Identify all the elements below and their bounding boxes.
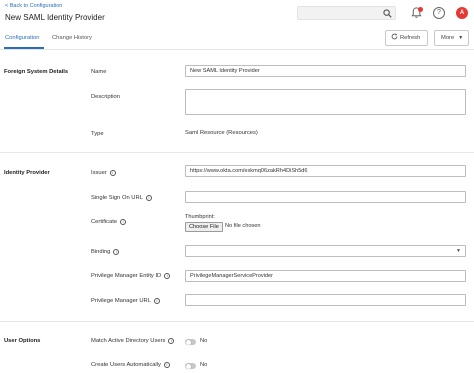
info-icon[interactable]: i (168, 338, 175, 344)
chevron-down-icon: ▼ (458, 35, 464, 41)
type-label: Type (91, 131, 104, 137)
create-users-label-text: Create Users Automatically (91, 362, 161, 368)
pm-url-field[interactable] (185, 294, 466, 306)
info-icon[interactable]: i (164, 273, 171, 279)
name-label: Name (91, 69, 107, 75)
more-button-label: More (441, 35, 455, 41)
certificate-label-text: Certificate (91, 219, 118, 225)
choose-file-button[interactable]: Choose File (185, 222, 223, 232)
thumbprint-label: Thumbprint: (185, 214, 215, 220)
section-foreign-system-details: Foreign System Details (4, 69, 69, 75)
tab-configuration[interactable]: Configuration (5, 35, 39, 41)
match-ad-users-toggle[interactable] (185, 339, 196, 345)
pm-entity-id-label-text: Privilege Manager Entity ID (91, 273, 162, 279)
refresh-button[interactable]: Refresh (385, 30, 428, 46)
binding-label-text: Binding (91, 249, 111, 255)
section-user-options: User Options (4, 338, 41, 344)
tab-change-history[interactable]: Change History (52, 35, 92, 41)
match-ad-users-value: No (200, 338, 208, 344)
info-icon[interactable]: i (113, 249, 120, 255)
match-ad-users-label-text: Match Active Directory Users (91, 338, 166, 344)
back-to-configuration-link[interactable]: < Back to Configuration (5, 3, 62, 9)
type-value: Saml Resource (Resources) (185, 130, 258, 136)
pm-entity-id-field[interactable]: PrivilegeManagerServiceProvider (185, 270, 466, 282)
match-ad-users-label: Match Active Directory Users i (91, 338, 175, 344)
info-icon[interactable]: i (109, 170, 116, 176)
chevron-down-icon: ▼ (456, 248, 461, 254)
pm-url-label-text: Privilege Manager URL (91, 298, 151, 304)
search-icon[interactable] (383, 9, 392, 18)
pm-url-label: Privilege Manager URL i (91, 298, 160, 304)
description-label: Description (91, 94, 120, 100)
toggle-knob (185, 363, 191, 369)
description-field[interactable] (185, 89, 466, 115)
pm-entity-id-label: Privilege Manager Entity ID i (91, 273, 171, 279)
sso-url-field[interactable] (185, 191, 466, 203)
refresh-icon (391, 33, 398, 40)
search-input[interactable] (297, 6, 396, 20)
certificate-label: Certificate i (91, 219, 127, 225)
issuer-field[interactable]: https://www.okta.com/exkmq06zakRh4DiSh5d… (185, 165, 466, 177)
sso-url-label-text: Single Sign On URL (91, 195, 143, 201)
file-status: No file chosen (225, 223, 261, 229)
tabs-divider (0, 49, 474, 50)
info-icon[interactable]: i (153, 298, 160, 304)
info-icon[interactable]: i (145, 195, 152, 201)
issuer-label-text: Issuer (91, 170, 107, 176)
binding-select[interactable]: ▼ (185, 245, 466, 257)
section-identity-provider: Identity Provider (4, 170, 50, 176)
toggle-knob (185, 339, 191, 345)
name-field[interactable]: New SAML Identity Provider (185, 65, 466, 77)
issuer-label: Issuer i (91, 170, 116, 176)
create-users-value: No (200, 362, 208, 368)
notification-dot (418, 7, 423, 12)
avatar[interactable]: A (456, 7, 468, 19)
create-users-toggle[interactable] (185, 363, 196, 369)
info-icon[interactable]: i (120, 219, 127, 225)
refresh-button-label: Refresh (400, 35, 421, 41)
more-button[interactable]: More ▼ (434, 30, 469, 46)
create-users-label: Create Users Automatically i (91, 362, 170, 368)
info-icon[interactable]: i (163, 362, 170, 368)
help-icon[interactable]: ? (433, 7, 445, 19)
sso-url-label: Single Sign On URL i (91, 195, 152, 201)
top-bar: < Back to Configuration New SAML Identit… (0, 0, 474, 56)
page-title: New SAML Identity Provider (5, 13, 105, 22)
section-divider (0, 152, 474, 153)
binding-label: Binding i (91, 249, 120, 255)
section-divider (0, 321, 474, 322)
